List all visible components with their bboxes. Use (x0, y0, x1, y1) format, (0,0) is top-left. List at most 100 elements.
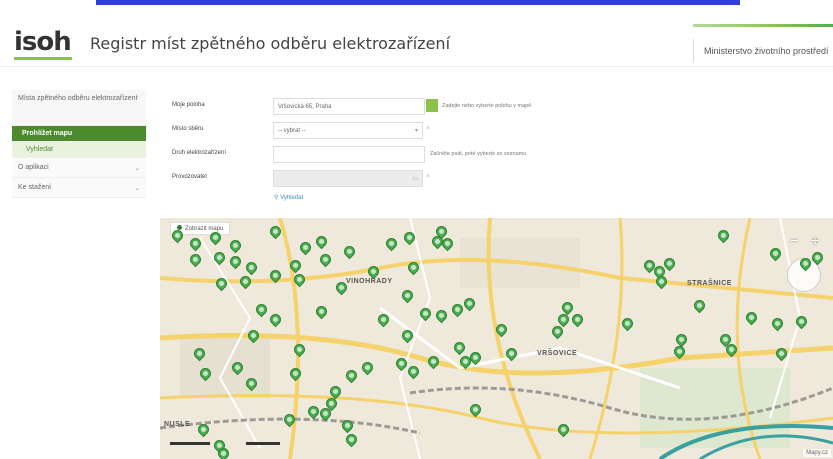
map-pin-icon[interactable] (671, 343, 688, 360)
map-pin-icon[interactable] (227, 237, 244, 254)
map-pin-icon[interactable] (305, 403, 322, 420)
locate-button[interactable] (426, 99, 438, 112)
sidebar-item-browse-map[interactable]: Prohlížet mapu (12, 126, 146, 142)
map-pin-icon[interactable] (187, 235, 204, 252)
map-pin-icon[interactable] (341, 243, 358, 260)
sidebar-item-about[interactable]: O aplikaci ⌄ (12, 158, 146, 178)
map-pin-icon[interactable] (281, 411, 298, 428)
map-pin-icon[interactable] (291, 341, 308, 358)
map-pin-icon[interactable] (227, 253, 244, 270)
clear-icon[interactable]: × (426, 174, 430, 180)
map-pin-icon[interactable] (467, 401, 484, 418)
map-pin-icon[interactable] (243, 259, 260, 276)
map-attribution[interactable]: Mapy.cz (803, 449, 831, 457)
map-pin-icon[interactable] (555, 421, 572, 438)
map-pin-icon[interactable] (451, 339, 468, 356)
map-pin-icon[interactable] (213, 275, 230, 292)
map-pin-icon[interactable] (433, 307, 450, 324)
pin-center (213, 235, 218, 240)
map-pin-icon[interactable] (405, 363, 422, 380)
pin-center (311, 409, 316, 414)
map-pin-icon[interactable] (401, 229, 418, 246)
map-pin-icon[interactable] (767, 245, 784, 262)
map-pin-icon[interactable] (313, 233, 330, 250)
map-pin-icon[interactable] (195, 421, 212, 438)
pin-center (329, 401, 334, 406)
map-pin-icon[interactable] (375, 311, 392, 328)
map-pin-icon[interactable] (743, 309, 760, 326)
map-pin-icon[interactable] (343, 431, 360, 448)
map-pin-icon[interactable] (229, 359, 246, 376)
sidebar-group-places[interactable]: Místa zpětného odběru elektrozařízení ⌃ (12, 90, 146, 126)
map-pin-icon[interactable] (267, 311, 284, 328)
map-pin-icon[interactable] (287, 365, 304, 382)
map-pin-icon[interactable] (359, 359, 376, 376)
map-pin-icon[interactable] (197, 365, 214, 382)
map-pin-icon[interactable] (215, 445, 232, 459)
map-pin-icon[interactable] (399, 287, 416, 304)
map-pin-icon[interactable] (425, 353, 442, 370)
map-pin-icon[interactable] (187, 251, 204, 268)
map-pin-icon[interactable] (399, 327, 416, 344)
map-pin-icon[interactable] (339, 417, 356, 434)
location-input[interactable]: Vršovická 65, Praha (273, 98, 425, 115)
map-pin-icon[interactable] (253, 301, 270, 318)
map-pin-icon[interactable] (653, 273, 670, 290)
map-pin-icon[interactable] (715, 227, 732, 244)
map-pin-icon[interactable] (467, 349, 484, 366)
map-pin-icon[interactable] (549, 323, 566, 340)
map-pin-icon[interactable] (393, 355, 410, 372)
map-pin-icon[interactable] (267, 267, 284, 284)
map-pin-icon[interactable] (569, 311, 586, 328)
map-pin-icon[interactable] (323, 395, 340, 412)
zoom-in-button[interactable]: + (811, 232, 819, 248)
map-pin-icon[interactable] (383, 235, 400, 252)
map-pin-icon[interactable] (417, 305, 434, 322)
pin-center (371, 269, 376, 274)
map-pin-icon[interactable] (461, 295, 478, 312)
map[interactable]: Zobrazit mapu VINOHRADY STRAŠNICE VRŠOVI… (160, 218, 833, 459)
sidebar-item-downloads[interactable]: Ke stažení ⌄ (12, 178, 146, 198)
operator-select[interactable]: ▭ (273, 170, 423, 187)
map-pin-icon[interactable] (365, 263, 382, 280)
map-pin-icon[interactable] (723, 341, 740, 358)
map-pin-icon[interactable] (503, 345, 520, 362)
row-kind: Druh elektrozařízení Začněte psát, poté … (160, 146, 830, 164)
isoh-logo[interactable]: isoh (14, 27, 72, 57)
clear-icon[interactable]: × (426, 126, 430, 132)
map-pin-icon[interactable] (313, 303, 330, 320)
map-pin-icon[interactable] (207, 229, 224, 246)
map-pin-icon[interactable] (287, 257, 304, 274)
type-select[interactable]: -- vybrat -- ▾ (273, 122, 423, 139)
map-pin-icon[interactable] (493, 321, 510, 338)
map-pin-icon[interactable] (297, 239, 314, 256)
map-pin-icon[interactable] (169, 227, 186, 244)
zoom-out-button[interactable]: − (790, 232, 798, 248)
map-pin-icon[interactable] (797, 255, 814, 272)
map-pin-icon[interactable] (673, 331, 690, 348)
map-pin-icon[interactable] (405, 259, 422, 276)
map-pin-icon[interactable] (211, 249, 228, 266)
map-pin-icon[interactable] (449, 301, 466, 318)
map-pin-icon[interactable] (291, 271, 308, 288)
map-pin-icon[interactable] (661, 255, 678, 272)
map-pin-icon[interactable] (191, 345, 208, 362)
map-pin-icon[interactable] (691, 297, 708, 314)
map-pin-icon[interactable] (237, 273, 254, 290)
map-pin-icon[interactable] (769, 315, 786, 332)
map-pin-icon[interactable] (245, 327, 262, 344)
map-pin-icon[interactable] (439, 235, 456, 252)
sidebar-item-search[interactable]: Vyhledat (12, 142, 146, 158)
map-pin-icon[interactable] (267, 223, 284, 240)
map-pin-icon[interactable] (793, 313, 810, 330)
map-pin-icon[interactable] (809, 249, 826, 266)
kind-input[interactable] (273, 146, 425, 163)
map-pin-icon[interactable] (333, 279, 350, 296)
map-pin-icon[interactable] (317, 251, 334, 268)
map-pin-icon[interactable] (619, 315, 636, 332)
map-pin-icon[interactable] (773, 345, 790, 362)
map-pin-icon[interactable] (243, 375, 260, 392)
search-link[interactable]: ⚲ Vyhledat (274, 194, 303, 201)
map-pin-icon[interactable] (343, 367, 360, 384)
ministry-link[interactable]: Ministerstvo životního prostředí (693, 39, 833, 63)
